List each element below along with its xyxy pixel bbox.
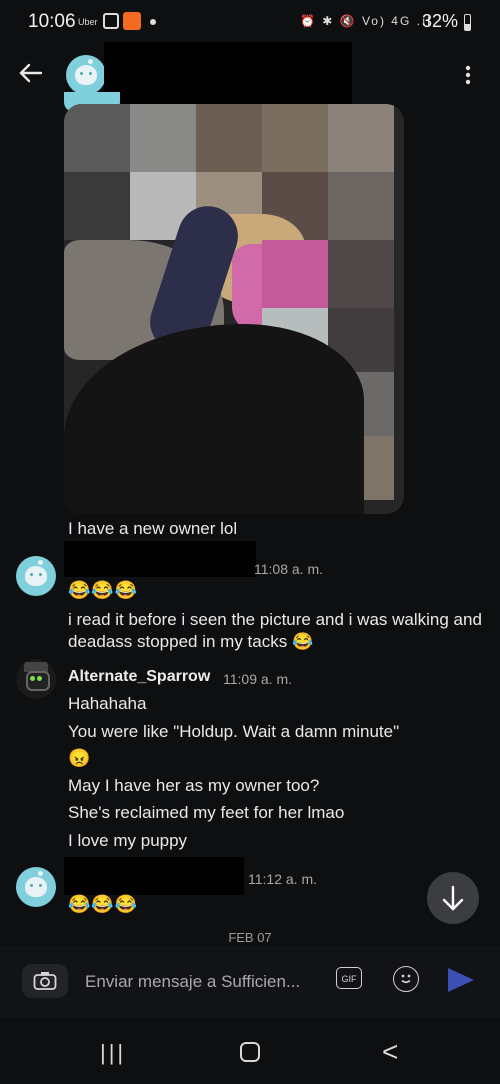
arrow-down-icon bbox=[442, 885, 464, 911]
message-emoji: 😂😂😂 bbox=[68, 894, 139, 914]
emoji-icon[interactable] bbox=[393, 966, 419, 992]
username[interactable]: Alternate_Sparrow bbox=[68, 668, 210, 686]
redacted-chat-name bbox=[104, 42, 352, 106]
message-text: i read it before i seen the picture and … bbox=[68, 610, 482, 651]
redacted-username bbox=[64, 857, 244, 895]
message-text: Hahahaha bbox=[68, 694, 147, 713]
message-text: May I have her as my owner too? bbox=[68, 776, 320, 795]
back-arrow-icon[interactable] bbox=[16, 58, 46, 88]
more-notifications-dot bbox=[150, 19, 156, 25]
message-emoji: 😠 bbox=[68, 748, 92, 768]
battery-icon bbox=[464, 14, 471, 31]
message-input[interactable]: Enviar mensaje a Sufficien... bbox=[85, 972, 300, 992]
status-bar: 10:06 Uber ⏰ ✱ 🔇 Vo) 4G .ıl 32% bbox=[0, 0, 500, 46]
camera-icon bbox=[33, 972, 57, 990]
gallery-notification-icon bbox=[103, 13, 119, 29]
message-timestamp: 11:08 a. m. bbox=[254, 561, 324, 577]
status-time: 10:06 bbox=[28, 11, 76, 32]
battery-percentage: 32% bbox=[422, 11, 459, 31]
message-text: I have a new owner lol bbox=[68, 519, 238, 538]
message-emoji: 😂😂😂 bbox=[68, 580, 139, 600]
temu-notification-icon bbox=[123, 12, 141, 30]
message-text: She's reclaimed my feet for her lmao bbox=[68, 803, 345, 822]
sparrow-avatar[interactable] bbox=[16, 659, 56, 699]
gif-button[interactable]: GIF bbox=[336, 967, 362, 989]
shared-image[interactable] bbox=[64, 104, 404, 514]
message-timestamp: 11:12 a. m. bbox=[248, 871, 318, 887]
nav-back-button[interactable]: < bbox=[382, 1036, 398, 1068]
uber-notification-icon: Uber bbox=[78, 17, 98, 27]
camera-button[interactable] bbox=[22, 964, 68, 998]
more-options-icon[interactable] bbox=[458, 60, 478, 90]
sender-avatar[interactable] bbox=[16, 867, 56, 907]
message-timestamp: 11:09 a. m. bbox=[223, 671, 293, 687]
recent-apps-button[interactable]: ||| bbox=[100, 1040, 126, 1066]
chat-avatar[interactable] bbox=[66, 55, 106, 95]
scroll-to-bottom-button[interactable] bbox=[427, 872, 479, 924]
date-separator: FEB 07 bbox=[228, 930, 272, 945]
redacted-username bbox=[64, 541, 256, 577]
message-text: I love my puppy bbox=[68, 831, 188, 850]
system-status-icons: ⏰ ✱ 🔇 Vo) 4G .ıl bbox=[300, 14, 432, 28]
send-icon[interactable] bbox=[448, 968, 474, 992]
sender-avatar[interactable] bbox=[16, 556, 56, 596]
message-text: You were like "Holdup. Wait a damn minut… bbox=[68, 722, 400, 741]
home-button[interactable] bbox=[240, 1042, 260, 1062]
